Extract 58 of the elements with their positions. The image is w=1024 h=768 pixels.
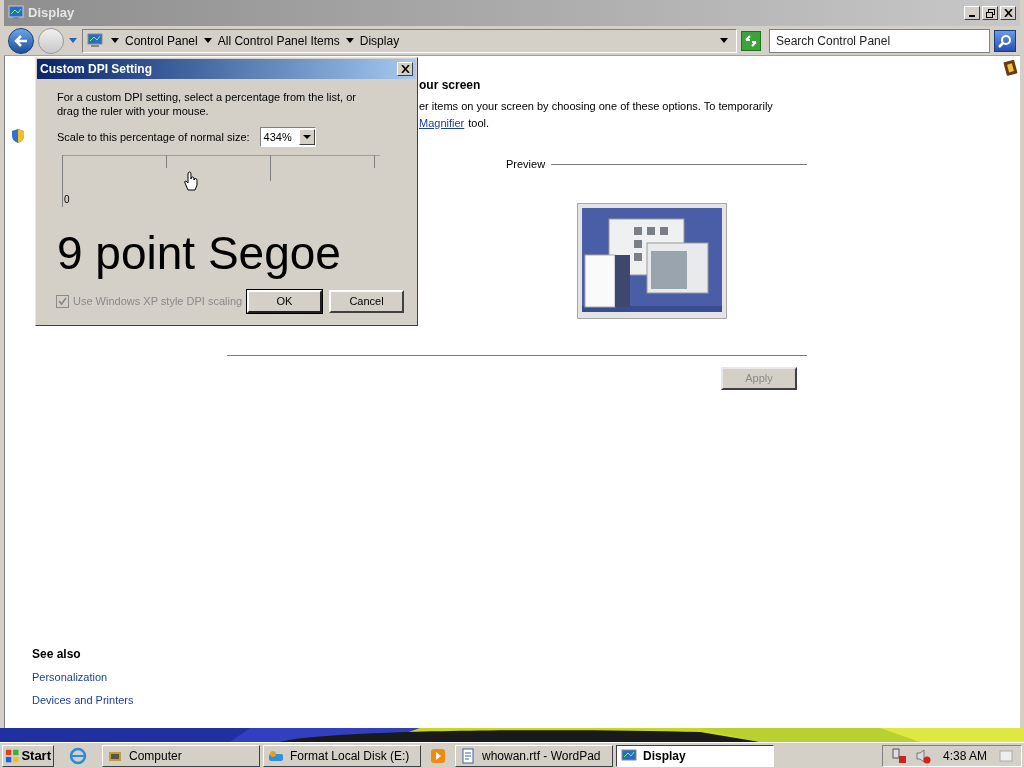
caret-icon[interactable]	[203, 38, 212, 43]
scale-label: Scale to this percentage of normal size:	[57, 129, 250, 145]
breadcrumb[interactable]: Display	[359, 31, 400, 50]
close-button[interactable]	[397, 62, 413, 76]
dialog-title: Custom DPI Setting	[40, 61, 152, 78]
windows-logo-icon	[5, 747, 20, 764]
document-icon	[460, 747, 476, 764]
close-button[interactable]	[1000, 6, 1016, 20]
caret-icon[interactable]	[111, 38, 119, 43]
restore-icon	[985, 8, 995, 18]
hand-cursor-icon	[183, 171, 199, 191]
see-also-link[interactable]: Personalization	[32, 669, 227, 686]
taskbar-button[interactable]: Computer	[102, 744, 260, 767]
checkbox-label: Use Windows XP style DPI scaling	[73, 294, 243, 310]
search-field[interactable]: Search Control Panel	[769, 28, 990, 53]
description-text: er items on your screen by choosing one of these options. To temporarily	[419, 99, 774, 114]
cancel-button[interactable]: Cancel	[329, 290, 404, 313]
instructions-text: For a custom DPI setting, select a percentage from the list, or drag the ruler with your mouse.	[57, 90, 357, 118]
breadcrumb[interactable]: Control Panel	[125, 31, 198, 50]
start-button[interactable]: Start	[2, 744, 54, 767]
ruler[interactable]: 0	[62, 155, 380, 207]
see-also-heading: See also	[32, 646, 82, 663]
window-title: Display	[28, 4, 75, 23]
ok-button[interactable]: OK	[247, 290, 322, 313]
search-button[interactable]	[994, 29, 1016, 52]
monitor-icon	[8, 5, 24, 21]
scale-dropdown[interactable]: 434%	[259, 127, 316, 147]
refresh-arrows-icon	[744, 34, 758, 47]
breadcrumb[interactable]: All Control Panel Items	[217, 31, 340, 50]
sample-text: 9 point Segoe	[57, 226, 342, 281]
search-icon	[998, 33, 1012, 48]
description-text: tool.	[468, 115, 490, 131]
see-also-link[interactable]: Devices and Printers	[32, 691, 227, 708]
preview-label: Preview	[506, 157, 546, 172]
magnifier-link[interactable]: Magnifier	[419, 114, 465, 131]
section-heading: our screen	[419, 77, 482, 94]
monitor-icon	[621, 747, 637, 764]
back-arrow-icon	[14, 34, 28, 47]
volume-muted-icon[interactable]	[915, 747, 931, 764]
taskbar-button[interactable]: whowan.rtf - WordPad	[455, 744, 613, 767]
history-dropdown-icon[interactable]	[68, 36, 78, 45]
close-icon	[400, 65, 410, 73]
monitor-icon	[87, 32, 103, 49]
refresh-button[interactable]	[741, 30, 761, 51]
address-bar[interactable]: Control Panel All Control Panel Items Display	[82, 28, 737, 53]
ruler-label: 0	[64, 193, 70, 207]
dropdown-caret-icon[interactable]	[720, 38, 728, 43]
back-button[interactable]	[8, 27, 34, 54]
help-book-icon[interactable]	[1002, 60, 1018, 76]
caret-icon	[302, 135, 311, 139]
network-error-icon[interactable]	[891, 747, 907, 764]
taskbar-button[interactable]: Display	[616, 744, 774, 767]
restore-button[interactable]	[982, 6, 998, 20]
close-icon	[1003, 9, 1013, 17]
caret-icon[interactable]	[345, 38, 354, 43]
shield-icon	[10, 128, 26, 144]
minimize-button[interactable]	[964, 6, 980, 20]
taskbar-button[interactable]: Format Local Disk (E:)	[263, 744, 421, 767]
